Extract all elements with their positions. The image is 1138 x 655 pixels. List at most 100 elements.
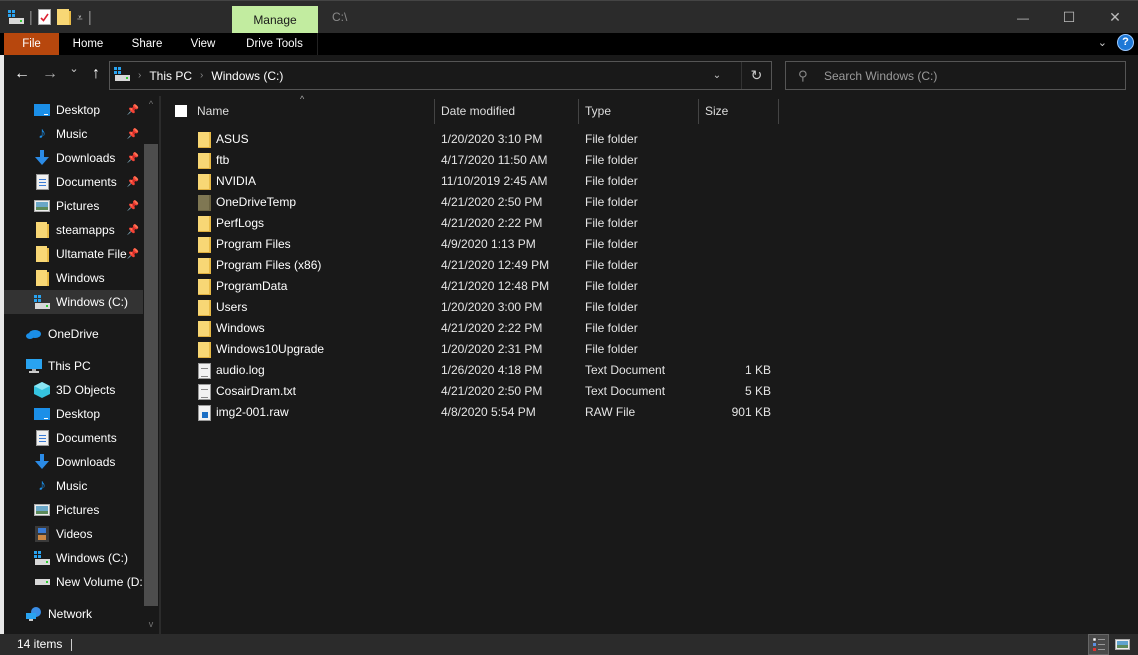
- close-button[interactable]: ✕: [1092, 1, 1138, 34]
- breadcrumb-this-pc[interactable]: This PC: [149, 69, 192, 83]
- sidebar-item-label: Desktop: [56, 407, 101, 421]
- sidebar-item-music[interactable]: ♪ Music: [4, 474, 143, 498]
- scroll-down-chevron-icon[interactable]: v: [143, 616, 159, 632]
- pin-icon[interactable]: 📌: [127, 201, 139, 212]
- file-row[interactable]: img2-001.raw 4/8/2020 5:54 PM RAW File 901 …: [161, 402, 781, 423]
- tab-home[interactable]: Home: [66, 33, 110, 55]
- maximize-button[interactable]: ☐: [1046, 1, 1092, 34]
- sidebar-item-videos[interactable]: Videos: [4, 522, 143, 546]
- tab-view[interactable]: View: [183, 33, 223, 55]
- breadcrumb-windows-c[interactable]: Windows (C:): [211, 69, 283, 83]
- file-row[interactable]: NVIDIA 11/10/2019 2:45 AM File folder: [161, 171, 781, 192]
- sidebar-item-pictures[interactable]: Pictures: [4, 498, 143, 522]
- sidebar-item-desktop[interactable]: Desktop: [4, 402, 143, 426]
- expand-ribbon-chevron-icon[interactable]: ⌄: [1098, 36, 1107, 49]
- chevron-right-icon[interactable]: ›: [200, 70, 203, 81]
- pin-icon[interactable]: 📌: [127, 225, 139, 236]
- file-row[interactable]: Users 1/20/2020 3:00 PM File folder: [161, 297, 781, 318]
- documents-icon: [34, 430, 50, 446]
- file-row[interactable]: ProgramData 4/21/2020 12:48 PM File folder: [161, 276, 781, 297]
- sidebar-item-pictures-pinned[interactable]: Pictures 📌: [4, 194, 143, 218]
- scrollbar-thumb[interactable]: [144, 144, 158, 606]
- quick-access-toolbar: ⩡: [8, 7, 91, 29]
- select-all-checkbox[interactable]: [175, 105, 187, 117]
- sidebar-item-label: Downloads: [56, 151, 116, 165]
- column-header-size[interactable]: Size: [705, 100, 777, 124]
- sidebar-item-ultamate-file-pinned[interactable]: Ultamate File 📌: [4, 242, 143, 266]
- pin-icon[interactable]: 📌: [127, 177, 139, 188]
- file-row[interactable]: audio.log 1/26/2020 4:18 PM Text Document 1…: [161, 360, 781, 381]
- desktop-icon: [34, 102, 50, 118]
- sidebar-item-music-pinned[interactable]: ♪ Music 📌: [4, 122, 143, 146]
- navigation-bar: ← → ⌄ ↑ › This PC › Windows (C:) ⌄ ↻ ⚲: [0, 55, 1138, 96]
- column-header-name[interactable]: Name: [197, 100, 433, 124]
- file-row[interactable]: Program Files (x86) 4/21/2020 12:49 PM Fil…: [161, 255, 781, 276]
- sidebar-item-downloads-pinned[interactable]: Downloads 📌: [4, 146, 143, 170]
- column-resize-handle[interactable]: [578, 99, 579, 124]
- drive-icon: [34, 550, 50, 566]
- sidebar-item-label: Music: [56, 479, 88, 493]
- file-row[interactable]: Program Files 4/9/2020 1:13 PM File folder: [161, 234, 781, 255]
- sidebar-item-documents-pinned[interactable]: Documents 📌: [4, 170, 143, 194]
- drive-icon[interactable]: [8, 9, 24, 27]
- minimize-button[interactable]: —: [1000, 1, 1046, 34]
- properties-icon[interactable]: [38, 8, 51, 28]
- file-row[interactable]: OneDriveTemp 4/21/2020 2:50 PM File folder: [161, 192, 781, 213]
- pin-icon[interactable]: 📌: [127, 129, 139, 140]
- recent-locations-chevron-icon[interactable]: ⌄: [64, 62, 84, 75]
- column-resize-handle[interactable]: [698, 99, 699, 124]
- file-name: OneDriveTemp: [216, 195, 297, 209]
- sidebar-item-network[interactable]: Network: [4, 602, 143, 626]
- refresh-button[interactable]: ↻: [741, 62, 771, 89]
- forward-arrow-icon[interactable]: →: [40, 65, 60, 83]
- sidebar-item-this-pc[interactable]: This PC: [4, 354, 143, 378]
- file-row[interactable]: Windows10Upgrade 1/20/2020 2:31 PM File fo…: [161, 339, 781, 360]
- address-dropdown-chevron-icon[interactable]: ⌄: [705, 62, 729, 89]
- column-header-date-modified[interactable]: Date modified: [441, 100, 577, 124]
- chevron-right-icon[interactable]: ›: [138, 70, 141, 81]
- column-header-type[interactable]: Type: [585, 100, 697, 124]
- sidebar-item-steamapps-pinned[interactable]: steamapps 📌: [4, 218, 143, 242]
- pin-icon[interactable]: 📌: [127, 249, 139, 260]
- sidebar-item-label: OneDrive: [48, 327, 99, 341]
- sidebar-item-downloads[interactable]: Downloads: [4, 450, 143, 474]
- sidebar-item-windows-folder[interactable]: Windows: [4, 266, 143, 290]
- address-bar[interactable]: › This PC › Windows (C:) ⌄ ↻: [109, 61, 772, 90]
- search-box[interactable]: ⚲: [785, 61, 1126, 90]
- file-row[interactable]: PerfLogs 4/21/2020 2:22 PM File folder: [161, 213, 781, 234]
- tab-drive-tools[interactable]: Drive Tools: [232, 33, 318, 55]
- pin-icon[interactable]: 📌: [127, 153, 139, 164]
- navigation-pane-scrollbar[interactable]: ^ v: [143, 96, 159, 634]
- large-icons-view-button[interactable]: [1112, 634, 1133, 655]
- tab-manage[interactable]: Manage: [232, 6, 318, 34]
- back-arrow-icon[interactable]: ←: [12, 65, 32, 83]
- file-date-modified: 11/10/2019 2:45 AM: [441, 174, 548, 188]
- new-folder-icon[interactable]: [57, 8, 71, 28]
- sidebar-item-onedrive[interactable]: OneDrive: [4, 322, 143, 346]
- file-type: File folder: [585, 342, 638, 356]
- file-row[interactable]: ASUS 1/20/2020 3:10 PM File folder: [161, 129, 781, 150]
- sidebar-item-desktop-pinned[interactable]: Desktop 📌: [4, 98, 143, 122]
- up-arrow-icon[interactable]: ↑: [86, 65, 106, 83]
- help-button[interactable]: ?: [1117, 34, 1134, 51]
- sidebar-item-new-volume-d[interactable]: New Volume (D:): [4, 570, 143, 594]
- file-date-modified: 1/20/2020 2:31 PM: [441, 342, 543, 356]
- search-input[interactable]: [824, 62, 1114, 89]
- file-row[interactable]: ftb 4/17/2020 11:50 AM File folder: [161, 150, 781, 171]
- tab-share[interactable]: Share: [124, 33, 170, 55]
- sidebar-item-windows-c[interactable]: Windows (C:): [4, 546, 143, 570]
- file-row[interactable]: Windows 4/21/2020 2:22 PM File folder: [161, 318, 781, 339]
- file-date-modified: 4/21/2020 2:22 PM: [441, 321, 543, 335]
- column-resize-handle[interactable]: [434, 99, 435, 124]
- customize-dropdown-icon[interactable]: ⩡: [77, 13, 83, 24]
- sidebar-item-documents[interactable]: Documents: [4, 426, 143, 450]
- sidebar-item-label: Documents: [56, 175, 117, 189]
- file-row[interactable]: CosairDram.txt 4/21/2020 2:50 PM Text Docu…: [161, 381, 781, 402]
- sidebar-item-3d-objects[interactable]: 3D Objects: [4, 378, 143, 402]
- column-resize-handle[interactable]: [778, 99, 779, 124]
- sidebar-item-windows-c-quick[interactable]: Windows (C:): [4, 290, 143, 314]
- tab-file[interactable]: File: [4, 33, 59, 55]
- pin-icon[interactable]: 📌: [127, 105, 139, 116]
- scroll-up-chevron-icon[interactable]: ^: [143, 96, 159, 112]
- details-view-button[interactable]: [1088, 634, 1109, 655]
